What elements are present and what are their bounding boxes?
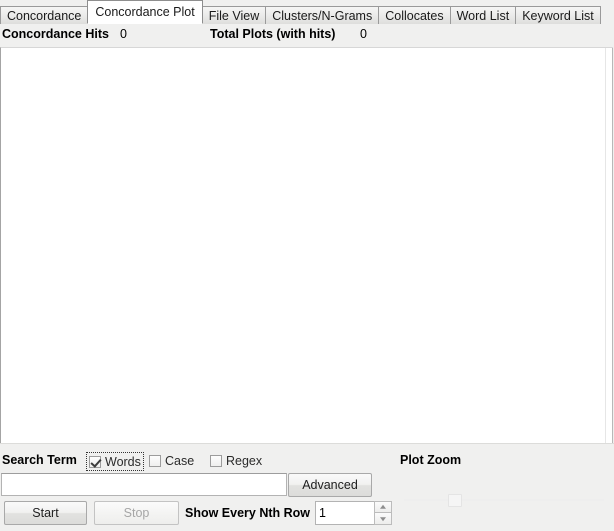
checkbox-words-label: Words: [105, 454, 141, 469]
checkbox-regex[interactable]: Regex: [210, 453, 262, 468]
chevron-down-icon: [380, 516, 386, 521]
plot-zoom-track: [404, 499, 604, 501]
plot-zoom-thumb[interactable]: [448, 494, 462, 507]
info-bar: Concordance Hits 0 Total Plots (with hit…: [0, 24, 614, 46]
concordance-hits-label: Concordance Hits: [2, 27, 109, 41]
tab-collocates[interactable]: Collocates: [378, 6, 451, 24]
spinner-down-button[interactable]: [374, 513, 392, 525]
bottom-control-panel: Search Term Words Case Regex Advanced St…: [0, 443, 614, 531]
search-input[interactable]: [1, 473, 287, 496]
tab-word-list[interactable]: Word List: [449, 6, 517, 24]
plot-zoom-slider[interactable]: [404, 492, 604, 508]
checkbox-words[interactable]: Words: [86, 452, 144, 471]
plot-zoom-label: Plot Zoom: [400, 453, 462, 467]
checkbox-empty-icon: [149, 454, 161, 467]
search-term-label: Search Term: [2, 453, 77, 467]
start-button[interactable]: Start: [4, 501, 87, 525]
concordance-plot-canvas[interactable]: [0, 47, 613, 443]
nth-row-spinner[interactable]: [315, 501, 392, 525]
tab-concordance[interactable]: Concordance: [0, 6, 89, 24]
show-every-nth-row-label: Show Every Nth Row: [185, 506, 311, 520]
tab-bar: Concordance Concordance Plot File View C…: [0, 0, 614, 24]
tab-keyword-list[interactable]: Keyword List: [515, 6, 601, 24]
advanced-button[interactable]: Advanced: [288, 473, 372, 497]
checkbox-case-label: Case: [165, 453, 195, 468]
checkbox-regex-label: Regex: [226, 453, 263, 468]
plot-vertical-scrollbar[interactable]: [605, 48, 613, 443]
tab-concordance-plot[interactable]: Concordance Plot: [87, 0, 203, 24]
spinner-buttons: [374, 501, 392, 525]
tab-file-view[interactable]: File View: [201, 6, 267, 24]
nth-row-input[interactable]: [315, 501, 374, 525]
total-plots-label: Total Plots (with hits): [210, 27, 336, 41]
concordance-hits-value: 0: [120, 27, 127, 41]
total-plots-value: 0: [360, 27, 367, 41]
checkbox-case[interactable]: Case: [149, 453, 194, 468]
stop-button[interactable]: Stop: [94, 501, 179, 525]
checkmark-icon: [89, 455, 101, 468]
checkbox-empty-icon: [210, 454, 222, 467]
spinner-up-button[interactable]: [374, 501, 392, 513]
chevron-up-icon: [380, 504, 386, 509]
tab-clusters-n-grams[interactable]: Clusters/N-Grams: [265, 6, 380, 24]
